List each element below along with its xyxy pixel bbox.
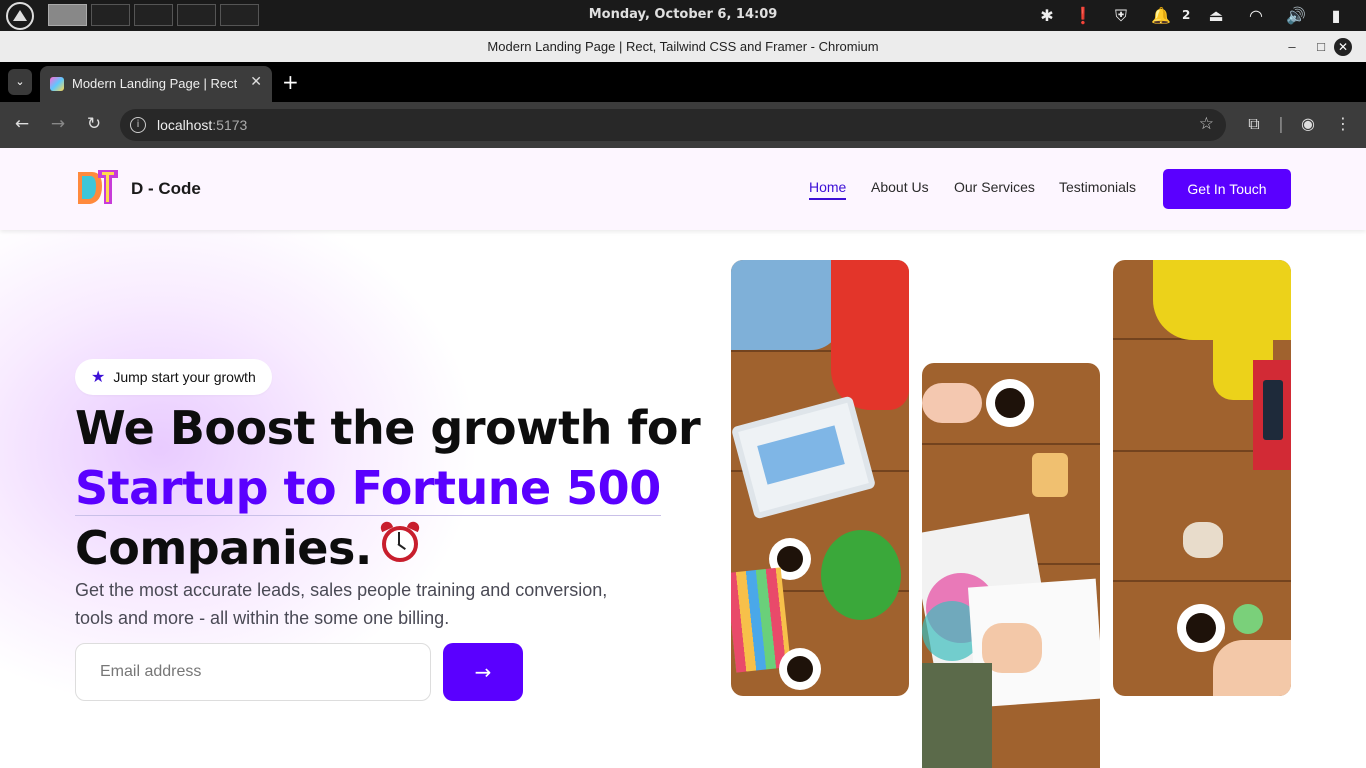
address-bar[interactable]: i localhost:5173 ☆ <box>120 109 1226 141</box>
volume-icon[interactable]: 🔊 <box>1282 0 1310 31</box>
menu-kebab-icon[interactable]: ⋮ <box>1332 114 1354 133</box>
bookmark-star-icon[interactable]: ☆ <box>1199 114 1214 134</box>
tab-search-button[interactable]: ⌄ <box>8 69 32 95</box>
toolbar-divider: | <box>1278 114 1284 133</box>
eject-icon[interactable]: ⏏ <box>1204 0 1228 31</box>
hero-image-2 <box>922 363 1100 768</box>
tab-label: Modern Landing Page | Rect <box>72 76 237 91</box>
site-header: D - Code Home About Us Our Services Test… <box>0 148 1366 230</box>
web-page: D - Code Home About Us Our Services Test… <box>0 148 1366 768</box>
reload-icon[interactable]: ↻ <box>82 114 106 134</box>
window-titlebar: Modern Landing Page | Rect, Tailwind CSS… <box>0 31 1366 62</box>
star-icon: ★ <box>91 369 106 386</box>
os-top-bar: Monday, October 6, 14:09 ✱ ❗ ⛨ 🔔 2 ⏏ ◠ 🔊… <box>0 0 1366 31</box>
notification-count: 2 <box>1182 8 1191 22</box>
browser-toolbar: ← → ↻ i localhost:5173 ☆ ⧉ | ◉ ⋮ <box>0 102 1366 148</box>
new-tab-button[interactable]: + <box>282 70 299 94</box>
forward-icon[interactable]: → <box>46 114 70 134</box>
bluetooth-icon[interactable]: ✱ <box>1036 0 1058 31</box>
headline-accent: Startup to Fortune 500 <box>75 461 661 516</box>
window-title: Modern Landing Page | Rect, Tailwind CSS… <box>487 39 879 54</box>
tab-landing-page[interactable]: Modern Landing Page | Rect ✕ <box>40 66 272 102</box>
battery-icon[interactable]: ▮ <box>1324 0 1348 31</box>
tab-close-icon[interactable]: ✕ <box>250 74 262 90</box>
tab-strip: ⌄ Modern Landing Page | Rect ✕ + <box>0 62 1366 102</box>
nav-home[interactable]: Home <box>809 179 847 200</box>
extensions-icon[interactable]: ⧉ <box>1243 114 1265 134</box>
profile-icon[interactable]: ◉ <box>1297 114 1319 133</box>
brand-logo-icon[interactable] <box>76 168 120 208</box>
nav-our-services[interactable]: Our Services <box>954 179 1035 195</box>
hero-subtext: Get the most accurate leads, sales peopl… <box>75 580 608 628</box>
badge-text: Jump start your growth <box>113 369 256 385</box>
get-in-touch-button[interactable]: Get In Touch <box>1163 169 1291 209</box>
url-text[interactable]: localhost:5173 <box>157 117 247 133</box>
back-icon[interactable]: ← <box>10 114 34 134</box>
maximize-button[interactable]: □ <box>1311 31 1331 62</box>
brand-name[interactable]: D - Code <box>131 179 201 199</box>
wifi-icon[interactable]: ◠ <box>1242 0 1270 31</box>
hero-image-1 <box>731 260 909 696</box>
favicon-icon <box>50 77 64 91</box>
hero-headline: We Boost the growth for Startup to Fortu… <box>75 398 701 578</box>
minimize-button[interactable]: – <box>1282 31 1302 62</box>
email-input[interactable] <box>75 643 431 701</box>
hero-image-3 <box>1113 260 1291 696</box>
headline-line-1: We Boost the growth for <box>75 401 701 455</box>
nav-testimonials[interactable]: Testimonials <box>1059 179 1136 195</box>
notification-bell-icon[interactable]: 🔔 <box>1150 0 1172 31</box>
shield-icon[interactable]: ⛨ <box>1110 0 1132 31</box>
hero-badge: ★ Jump start your growth <box>75 359 272 395</box>
alarm-clock-icon <box>378 519 421 562</box>
headline-line-3: Companies. <box>75 521 372 575</box>
nav-about-us[interactable]: About Us <box>871 179 929 195</box>
update-notifier-icon[interactable]: ❗ <box>1072 0 1094 31</box>
close-window-button[interactable]: ✕ <box>1334 38 1352 56</box>
submit-arrow-button[interactable]: → <box>443 643 523 701</box>
site-info-icon[interactable]: i <box>130 117 146 133</box>
